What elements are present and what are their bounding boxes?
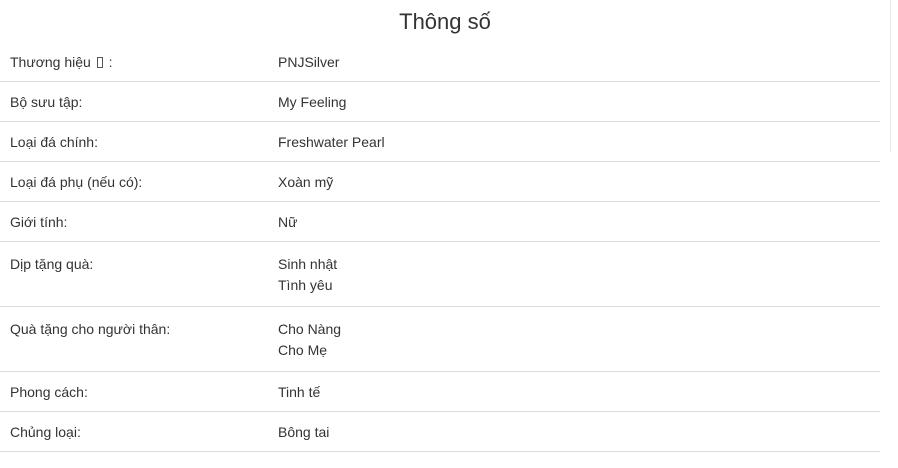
row-value: Xoàn mỹ <box>278 172 880 201</box>
value-line: Sinh nhật <box>278 256 338 272</box>
row-label: Bộ sưu tập: <box>10 94 83 110</box>
row-value: Nữ <box>278 212 880 241</box>
row-label: Giới tính: <box>10 214 68 230</box>
table-row: Loại đá phụ (nếu có): Xoàn mỹ <box>0 162 880 202</box>
scrollbar-track[interactable] <box>890 0 898 152</box>
row-label: Loại đá phụ (nếu có): <box>10 174 143 190</box>
row-value: Bông tai <box>278 422 880 451</box>
page-title: Thông số <box>399 9 491 34</box>
value-line: Freshwater Pearl <box>278 134 385 150</box>
table-row: Quà tặng cho người thân: Cho Nàng Cho Mẹ <box>0 307 880 372</box>
value-line: Nữ <box>278 214 298 230</box>
value-line: Cho Mẹ <box>278 342 328 358</box>
value-line: My Feeling <box>278 94 347 110</box>
row-label: Quà tặng cho người thân: <box>10 321 171 337</box>
row-value: Cho Nàng Cho Mẹ <box>278 319 880 371</box>
table-row: Dịp tặng quà: Sinh nhật Tình yêu <box>0 242 880 307</box>
info-icon <box>96 57 103 68</box>
value-line: Xoàn mỹ <box>278 174 334 190</box>
row-value: Sinh nhật Tình yêu <box>278 254 880 306</box>
value-line: Tình yêu <box>278 277 333 293</box>
table-row: Thương hiệu : PNJSilver <box>0 42 880 82</box>
row-value: My Feeling <box>278 92 880 121</box>
table-row: Giới tính: Nữ <box>0 202 880 242</box>
label-text: Thương hiệu <box>10 54 91 70</box>
row-value: Freshwater Pearl <box>278 132 880 161</box>
value-line: Bông tai <box>278 424 330 440</box>
row-label: Dịp tặng quà: <box>10 256 94 272</box>
row-label: Phong cách: <box>10 384 88 400</box>
value-line: Tinh tế <box>278 384 321 400</box>
table-row: Bộ sưu tập: My Feeling <box>0 82 880 122</box>
table-row: Chủng loại: Bông tai <box>0 412 880 452</box>
label-suffix: : <box>108 54 113 70</box>
row-label: Loại đá chính: <box>10 134 98 150</box>
row-value: PNJSilver <box>278 52 880 81</box>
row-label: Thương hiệu : <box>10 52 278 81</box>
value-line: Cho Nàng <box>278 321 342 337</box>
table-row: Phong cách: Tinh tế <box>0 372 880 412</box>
row-value: Tinh tế <box>278 382 880 411</box>
table-row: Loại đá chính: Freshwater Pearl <box>0 122 880 162</box>
spec-table: Thương hiệu : PNJSilver Bộ sưu tập: My F… <box>0 42 880 452</box>
value-line: PNJSilver <box>278 54 340 70</box>
row-label: Chủng loại: <box>10 424 81 440</box>
